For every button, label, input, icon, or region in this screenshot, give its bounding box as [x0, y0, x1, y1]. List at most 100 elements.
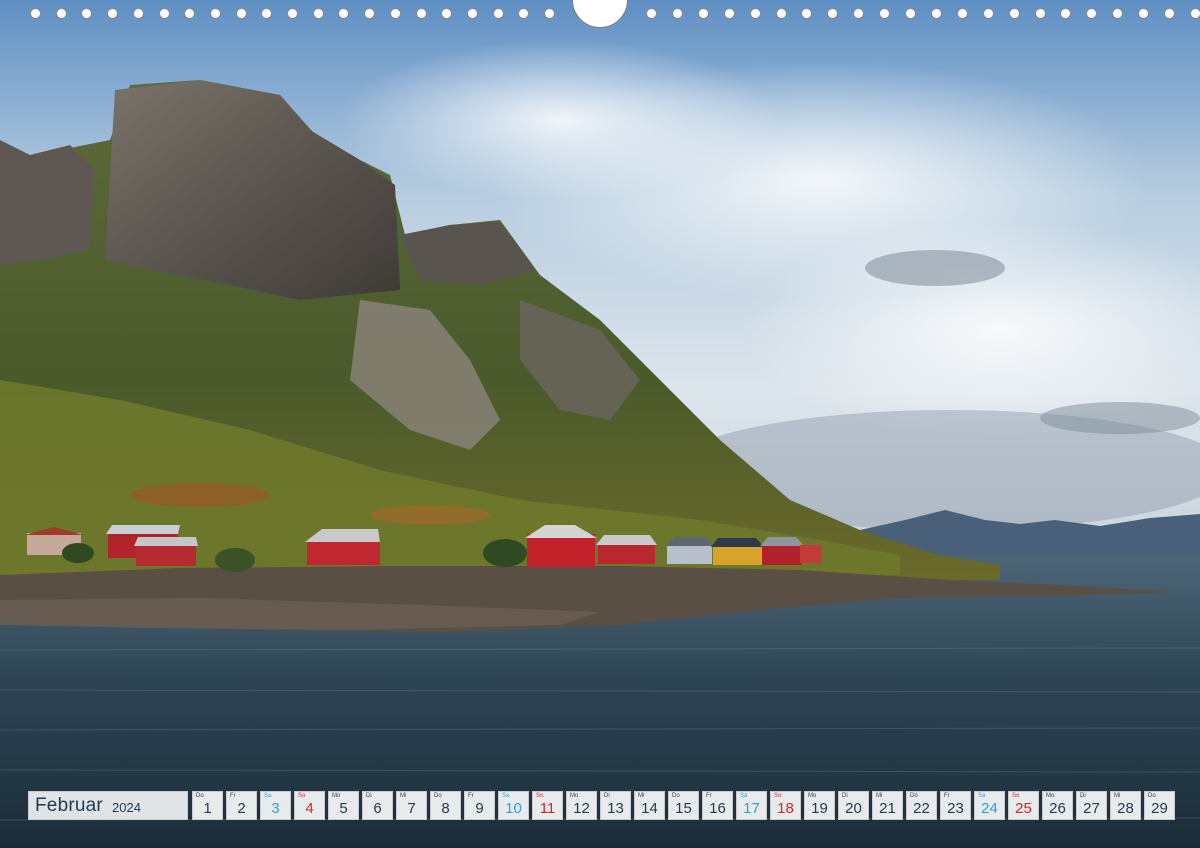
binding-hole [30, 8, 41, 19]
day-number: 12 [573, 800, 590, 817]
binding-hole [646, 8, 657, 19]
day-of-week-label: Mi [638, 793, 645, 799]
day-cell: Fr 2 [226, 791, 257, 820]
binding-hole [724, 8, 735, 19]
day-number: 20 [845, 800, 862, 817]
day-of-week-label: Mo [808, 793, 817, 799]
day-of-week-label: Do [672, 793, 680, 799]
day-of-week-label: So [774, 793, 782, 799]
day-cell: Fr 9 [464, 791, 495, 820]
day-of-week-label: Di [366, 793, 372, 799]
day-cell: Mi 14 [634, 791, 665, 820]
binding-hole [1138, 8, 1149, 19]
binding-hole [184, 8, 195, 19]
day-number: 29 [1151, 800, 1168, 817]
day-cell: Sa 24 [974, 791, 1005, 820]
binding-hole [1009, 8, 1020, 19]
binding-hole [698, 8, 709, 19]
day-of-week-label: Di [604, 793, 610, 799]
month-year: 2024 [112, 800, 141, 815]
day-cell: Do 29 [1144, 791, 1175, 820]
day-of-week-label: Mi [400, 793, 407, 799]
binding-hole [107, 8, 118, 19]
day-of-week-label: Di [1080, 793, 1086, 799]
month-name: Februar [35, 795, 103, 816]
day-cell: Do 15 [668, 791, 699, 820]
binding-hole [1112, 8, 1123, 19]
binding-hole [776, 8, 787, 19]
day-cell: Di 27 [1076, 791, 1107, 820]
day-cell: So 25 [1008, 791, 1039, 820]
binding-hole [261, 8, 272, 19]
binding-hole [1035, 8, 1046, 19]
binding-hole [338, 8, 349, 19]
day-number: 22 [913, 800, 930, 817]
day-number: 11 [539, 800, 556, 817]
calendar-strip: Februar 2024 Do 1 Fr 2 Sa 3 So 4 Mo 5 Di 6 Mi 7 Do 8 Fr 9… [28, 791, 1175, 820]
day-number: 3 [271, 800, 280, 817]
month-label-box: Februar 2024 [28, 791, 188, 820]
binding-hole [133, 8, 144, 19]
day-of-week-label: Mi [876, 793, 883, 799]
day-number: 14 [641, 800, 658, 817]
binding-hole [1086, 8, 1097, 19]
day-of-week-label: Fr [706, 793, 712, 799]
binding-hole [827, 8, 838, 19]
day-cell: So 18 [770, 791, 801, 820]
day-number: 19 [811, 800, 828, 817]
day-of-week-label: Sa [740, 793, 748, 799]
binding-hole [1164, 8, 1175, 19]
day-cell: Do 8 [430, 791, 461, 820]
binding-hole [287, 8, 298, 19]
binding-hole [879, 8, 890, 19]
day-cell: Mi 28 [1110, 791, 1141, 820]
day-number: 26 [1049, 800, 1066, 817]
binding-hole [672, 8, 683, 19]
day-number: 28 [1117, 800, 1134, 817]
day-number: 7 [407, 800, 416, 817]
day-number: 4 [305, 800, 314, 817]
day-of-week-label: Di [842, 793, 848, 799]
day-of-week-label: Do [910, 793, 918, 799]
day-number: 24 [981, 800, 998, 817]
binding-hole [81, 8, 92, 19]
day-cell: Di 6 [362, 791, 393, 820]
day-cell: Mi 7 [396, 791, 427, 820]
day-number: 17 [743, 800, 760, 817]
binding-hole [364, 8, 375, 19]
binding-hole [750, 8, 761, 19]
day-of-week-label: Fr [468, 793, 474, 799]
day-cell: Di 13 [600, 791, 631, 820]
day-number: 9 [475, 800, 484, 817]
day-of-week-label: So [1012, 793, 1020, 799]
binding-hole [931, 8, 942, 19]
binding-hole [853, 8, 864, 19]
day-number: 2 [237, 800, 246, 817]
day-cell: Fr 23 [940, 791, 971, 820]
landscape-photo [0, 0, 1200, 848]
binding-hole [313, 8, 324, 19]
day-cell: Fr 16 [702, 791, 733, 820]
day-cell: So 11 [532, 791, 563, 820]
day-number: 18 [777, 800, 794, 817]
binding-hole [983, 8, 994, 19]
day-number: 21 [879, 800, 896, 817]
day-cell: So 4 [294, 791, 325, 820]
day-number: 15 [675, 800, 692, 817]
day-cell: Mo 19 [804, 791, 835, 820]
day-cell: Di 20 [838, 791, 869, 820]
day-cell: Mo 12 [566, 791, 597, 820]
day-number: 23 [947, 800, 964, 817]
day-of-week-label: Mo [1046, 793, 1055, 799]
binding-hole [441, 8, 452, 19]
binding-hole [518, 8, 529, 19]
day-of-week-label: Sa [502, 793, 510, 799]
day-cell: Sa 10 [498, 791, 529, 820]
day-cell: Mi 21 [872, 791, 903, 820]
binding-hole [957, 8, 968, 19]
binding-hole [210, 8, 221, 19]
binding-hole [56, 8, 67, 19]
day-of-week-label: Sa [978, 793, 986, 799]
day-of-week-label: So [298, 793, 306, 799]
day-number: 1 [203, 800, 212, 817]
